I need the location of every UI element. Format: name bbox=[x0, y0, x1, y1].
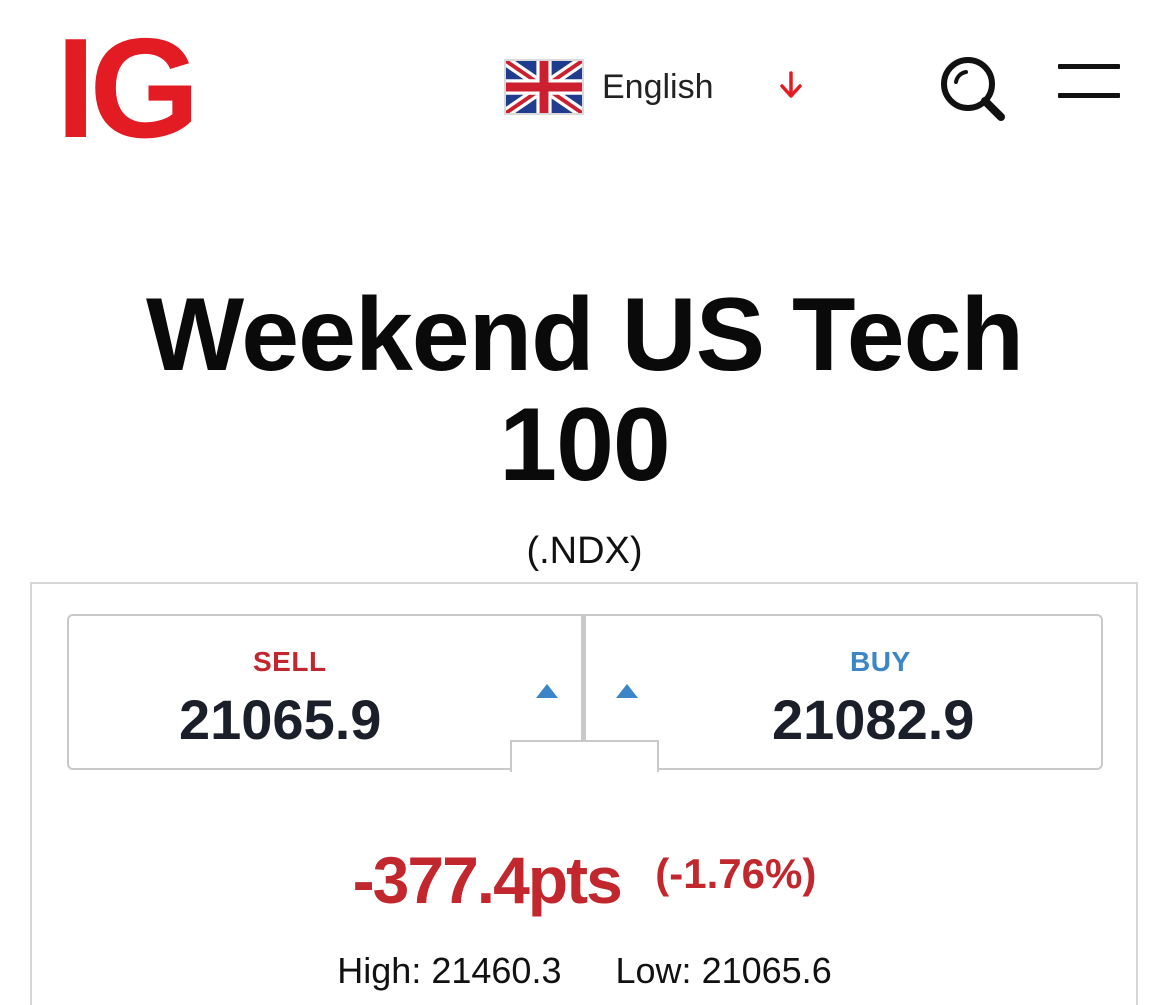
page-title: Weekend US Tech 100 bbox=[0, 280, 1169, 500]
language-label: English bbox=[602, 67, 714, 106]
sell-price: 21065.9 bbox=[179, 688, 382, 751]
high-label: High: bbox=[337, 950, 422, 991]
sell-label: SELL bbox=[253, 646, 327, 677]
site-header: IG English bbox=[0, 0, 1169, 180]
change-points: -377.4pts bbox=[352, 843, 623, 917]
change-percent: (-1.76%) bbox=[655, 850, 817, 897]
price-up-icon bbox=[536, 684, 558, 698]
buy-button[interactable]: BUY 21082.9 bbox=[584, 614, 1103, 770]
high-value: 21460.3 bbox=[431, 950, 562, 991]
ticker-symbol: (.NDX) bbox=[526, 530, 643, 572]
hamburger-menu-icon[interactable] bbox=[1058, 64, 1122, 104]
spread-notch bbox=[510, 740, 659, 772]
low-value: 21065.6 bbox=[701, 950, 832, 991]
low-label: Low: bbox=[615, 950, 692, 991]
arrow-down-icon bbox=[778, 70, 804, 100]
language-selector[interactable]: English bbox=[504, 56, 802, 118]
title-line-2: 100 bbox=[499, 387, 671, 503]
uk-flag-icon bbox=[504, 59, 584, 115]
title-line-1: Weekend US Tech bbox=[146, 277, 1024, 393]
price-up-icon bbox=[616, 684, 638, 698]
high-low-range: High: 21460.3 Low: 21065.6 bbox=[0, 950, 1169, 992]
buy-price: 21082.9 bbox=[772, 688, 975, 751]
search-icon[interactable] bbox=[938, 54, 1006, 122]
deal-divider bbox=[581, 614, 586, 744]
page: IG English Weekend US Tech 100 (.NDX) SE… bbox=[0, 0, 1169, 1005]
buy-label: BUY bbox=[850, 646, 911, 677]
ig-logo[interactable]: IG bbox=[56, 18, 200, 160]
sell-button[interactable]: SELL 21065.9 bbox=[67, 614, 585, 770]
price-change: -377.4pts (-1.76%) bbox=[0, 842, 1169, 918]
